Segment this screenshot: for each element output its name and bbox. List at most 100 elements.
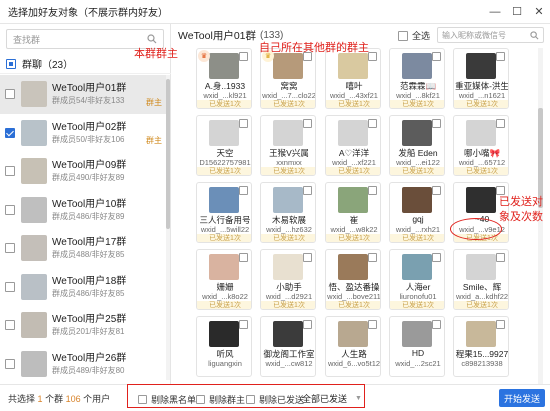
group-list-item[interactable]: WeTool用户25群 群成员201/非好友81 [0,306,166,345]
member-avatar [338,187,368,213]
group-list-scrollbar[interactable] [166,75,170,380]
sent-status-badge: 已发送1次 [326,301,380,309]
select-all-checkbox[interactable] [398,30,408,41]
member-avatar [209,120,239,146]
member-checkbox[interactable] [496,320,505,329]
close-icon[interactable]: ✕ [528,0,550,24]
member-checkbox[interactable] [303,119,312,128]
member-checkbox[interactable] [432,52,441,61]
member-wxid: wxid_...7...clo22 [262,91,316,100]
group-panel: 查找群 群聊（23） WeTool用户01群 群成员54/非好友133 群主 WeTo… [0,24,171,384]
member-card[interactable]: 崔 wxid_...w8k22 已发送1次 [325,182,381,243]
current-group-title: WeTool用户01群 [178,29,257,42]
group-list-item[interactable]: WeTool用户26群 群成员489/非好友80 [0,345,166,381]
group-list-item[interactable]: WeTool用户09群 群成员490/非好友89 [0,152,166,191]
member-card[interactable]: 重亚媒体-洪生 wxid_...n1621 已发送1次 [453,48,509,109]
title-bar: 选择加好友对象（不展示群内好友） — ☐ ✕ [0,0,550,24]
member-wxid: wxid_...5will22 [200,225,250,234]
member-wxid: liuronofu01 [399,292,437,301]
group-list-item[interactable]: WeTool用户10群 群成员486/非好友89 [0,191,166,230]
member-avatar [402,187,432,213]
member-card[interactable]: 小助手 wxid_...d2921 已发送1次 [260,249,316,310]
member-card[interactable]: 姗姗 wxid_...k8o22 已发送1次 [196,249,252,310]
member-wxid: wxid_...rxh21 [395,225,441,234]
group-checkbox[interactable] [5,127,15,138]
minimize-icon[interactable]: — [484,0,506,24]
group-select-all-checkbox[interactable] [6,58,16,69]
member-wxid: wxid_...xf221 [332,158,376,167]
sent-status-badge: 已发送1次 [454,301,508,309]
group-checkbox[interactable] [5,358,15,369]
member-checkbox[interactable] [432,253,441,262]
member-checkbox[interactable] [432,320,441,329]
member-card[interactable]: 程果15...9927 c898213938 [453,316,509,377]
member-checkbox[interactable] [432,119,441,128]
group-name: WeTool用户17群 [52,237,127,249]
member-card[interactable]: 悟、盈达番操 wxid_...bove211 已发送1次 [325,249,381,310]
member-checkbox[interactable] [368,119,377,128]
member-card[interactable]: 嘻叶 wxid_...43xf21 已发送1次 [325,48,381,109]
member-avatar [273,120,303,146]
member-card[interactable]: 木易软展 wxid_...hz632 已发送1次 [260,182,316,243]
member-checkbox[interactable] [239,52,248,61]
member-checkbox[interactable] [368,320,377,329]
member-card[interactable]: 天空 D15622757981 已发送1次 [196,115,252,176]
scrollbar-thumb[interactable] [166,79,170,229]
group-stats: 群成员54/非好友133 [52,96,125,106]
member-search-input[interactable]: 输入昵称或微信号 [437,27,544,43]
member-checkbox[interactable] [303,186,312,195]
group-checkbox[interactable] [5,243,15,254]
member-card[interactable]: 人海er liuronofu01 已发送1次 [389,249,445,310]
group-avatar [21,235,47,262]
maximize-icon[interactable]: ☐ [506,0,528,24]
member-card[interactable]: 人生路 wxid_6...vo5t12 [325,316,381,377]
member-checkbox[interactable] [496,52,505,61]
group-list-item[interactable]: WeTool用户17群 群成员488/非好友85 [0,229,166,268]
member-checkbox[interactable] [496,253,505,262]
member-card[interactable]: 窝窝 wxid_...7...clo22 已发送1次 ♛ [260,48,316,109]
member-checkbox[interactable] [368,186,377,195]
member-checkbox[interactable] [496,119,505,128]
member-avatar [338,53,368,79]
member-card[interactable]: 发船 Eden wxid_...ei122 已发送1次 [389,115,445,176]
group-checkbox[interactable] [5,281,15,292]
member-checkbox[interactable] [303,320,312,329]
group-checkbox[interactable] [5,89,15,100]
group-checkbox[interactable] [5,204,15,215]
member-card[interactable]: Smile、辉 wxid_a...kdhf22 已发送1次 [453,249,509,310]
member-wxid: wxid_...cw812 [265,359,313,368]
group-list-item[interactable]: WeTool用户02群 群成员50/非好友106 群主 [0,114,166,153]
member-checkbox[interactable] [239,320,248,329]
group-checkbox[interactable] [5,166,15,177]
member-card[interactable]: A♡洋洋 wxid_...xf221 已发送1次 [325,115,381,176]
member-checkbox[interactable] [239,119,248,128]
group-text: WeTool用户09群 群成员490/非好友89 [52,159,126,183]
member-checkbox[interactable] [239,186,248,195]
group-text: WeTool用户01群 群成员54/非好友133 [52,82,126,106]
member-card[interactable]: gqj wxid_...rxh21 已发送1次 [389,182,445,243]
member-checkbox[interactable] [239,253,248,262]
member-wxid: wxid_...43xf21 [330,91,378,100]
member-checkbox[interactable] [368,52,377,61]
member-card[interactable]: 哪小嘴🎀 wxid_...65712 已发送1次 [453,115,509,176]
member-checkbox[interactable] [303,253,312,262]
select-all-members[interactable]: 全选 [394,29,430,42]
member-checkbox[interactable] [368,253,377,262]
group-name: WeTool用户10群 [52,198,127,210]
member-checkbox[interactable] [432,186,441,195]
member-card[interactable]: 范霖霖📖 wxid_...8kf21 已发送1次 [389,48,445,109]
sent-status-badge: 已发送1次 [261,167,315,175]
member-card[interactable]: HD wxid_...2sc21 [389,316,445,377]
group-list-item[interactable]: WeTool用户01群 群成员54/非好友133 群主 [0,75,166,114]
group-list-item[interactable]: WeTool用户18群 群成员486/非好友85 [0,268,166,307]
member-avatar [209,321,239,347]
member-card[interactable]: 王猴V兴属 xxnmxx 已发送1次 [260,115,316,176]
start-send-button[interactable]: 开始发送 [499,389,545,407]
member-card[interactable]: 御龙阁工作室 wxid_...cw812 [260,316,316,377]
member-card[interactable]: A.身..1933 wxid_...kl921 已发送1次 ♛ [196,48,252,109]
group-text: WeTool用户26群 群成员489/非好友80 [52,352,126,376]
member-card[interactable]: 听风 liguangxin [196,316,252,377]
group-text: WeTool用户02群 群成员50/非好友106 [52,121,126,145]
member-card[interactable]: 三人行备用号 wxid_...5will22 已发送1次 [196,182,252,243]
group-checkbox[interactable] [5,320,15,331]
